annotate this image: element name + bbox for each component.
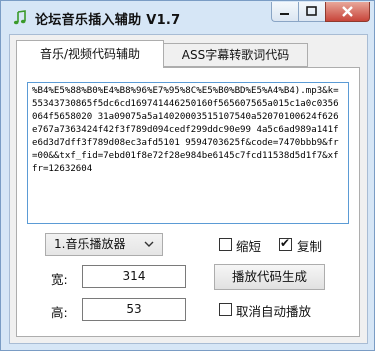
- player-type-select[interactable]: 1.音乐播放器: [45, 233, 163, 256]
- title-bar[interactable]: 论坛音乐插入辅助 V1.7: [1, 1, 374, 35]
- shorten-checkbox[interactable]: [219, 238, 232, 251]
- copy-checkbox[interactable]: [279, 236, 292, 251]
- tab-media-code[interactable]: 音乐/视频代码辅助: [16, 40, 164, 68]
- cancel-autoplay-checkbox[interactable]: [219, 303, 232, 316]
- generate-code-button[interactable]: 播放代码生成: [214, 264, 325, 290]
- chevron-down-icon: [144, 234, 154, 263]
- close-button[interactable]: [325, 2, 370, 22]
- tab-ass-lyrics[interactable]: ASS字幕转歌词代码: [164, 43, 308, 67]
- width-input[interactable]: 314: [82, 265, 186, 288]
- width-label: 宽:: [51, 272, 68, 287]
- maximize-button[interactable]: [298, 2, 325, 22]
- height-label: 高:: [51, 305, 68, 320]
- minimize-button[interactable]: [271, 2, 298, 22]
- player-type-value: 1.音乐播放器: [54, 237, 126, 251]
- code-textarea[interactable]: %B4%E5%88%B0%E4%B8%96%E7%95%8C%E5%B0%BD%…: [27, 82, 349, 224]
- close-icon: [342, 6, 353, 17]
- minimize-icon: [280, 13, 289, 15]
- copy-label: 复制: [297, 239, 323, 254]
- app-window: 论坛音乐插入辅助 V1.7 音乐/视频代码辅助 ASS字幕转歌词代码 %B4%E…: [0, 0, 375, 351]
- height-input[interactable]: 53: [82, 298, 186, 321]
- maximize-icon: [306, 6, 317, 16]
- music-note-icon: [13, 10, 26, 25]
- tab-panel: %B4%E5%88%B0%E4%B8%96%E7%95%8C%E5%B0%BD%…: [16, 67, 360, 337]
- shorten-label: 缩短: [236, 239, 262, 254]
- client-area: 音乐/视频代码辅助 ASS字幕转歌词代码 %B4%E5%88%B0%E4%B8%…: [9, 34, 368, 344]
- cancel-autoplay-label: 取消自动播放: [236, 304, 312, 319]
- window-title: 论坛音乐插入辅助 V1.7: [35, 13, 181, 28]
